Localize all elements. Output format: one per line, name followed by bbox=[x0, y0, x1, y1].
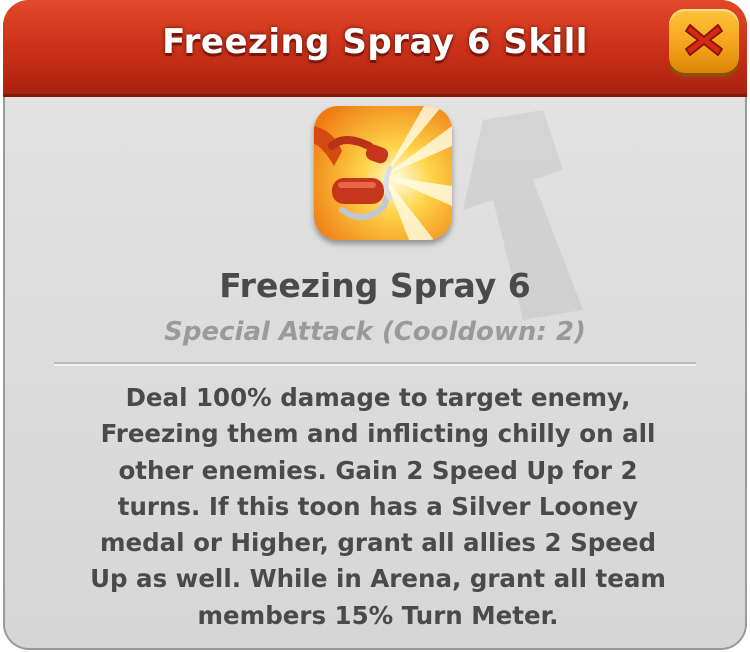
dialog-title: Freezing Spray 6 Skill bbox=[162, 22, 588, 62]
skill-dialog: Freezing Spray 6 Skill Freezing Spray 6 … bbox=[3, 0, 747, 650]
close-x-icon bbox=[685, 24, 723, 56]
skill-type: Special Attack (Cooldown: 2) bbox=[164, 317, 586, 347]
skill-description: Deal 100% damage to target enemy, Freezi… bbox=[90, 383, 666, 630]
skill-name: Freezing Spray 6 bbox=[219, 266, 531, 305]
close-button[interactable] bbox=[669, 9, 739, 73]
skill-icon bbox=[314, 106, 452, 240]
dialog-header: Freezing Spray 6 Skill bbox=[3, 0, 747, 94]
divider bbox=[54, 362, 696, 366]
